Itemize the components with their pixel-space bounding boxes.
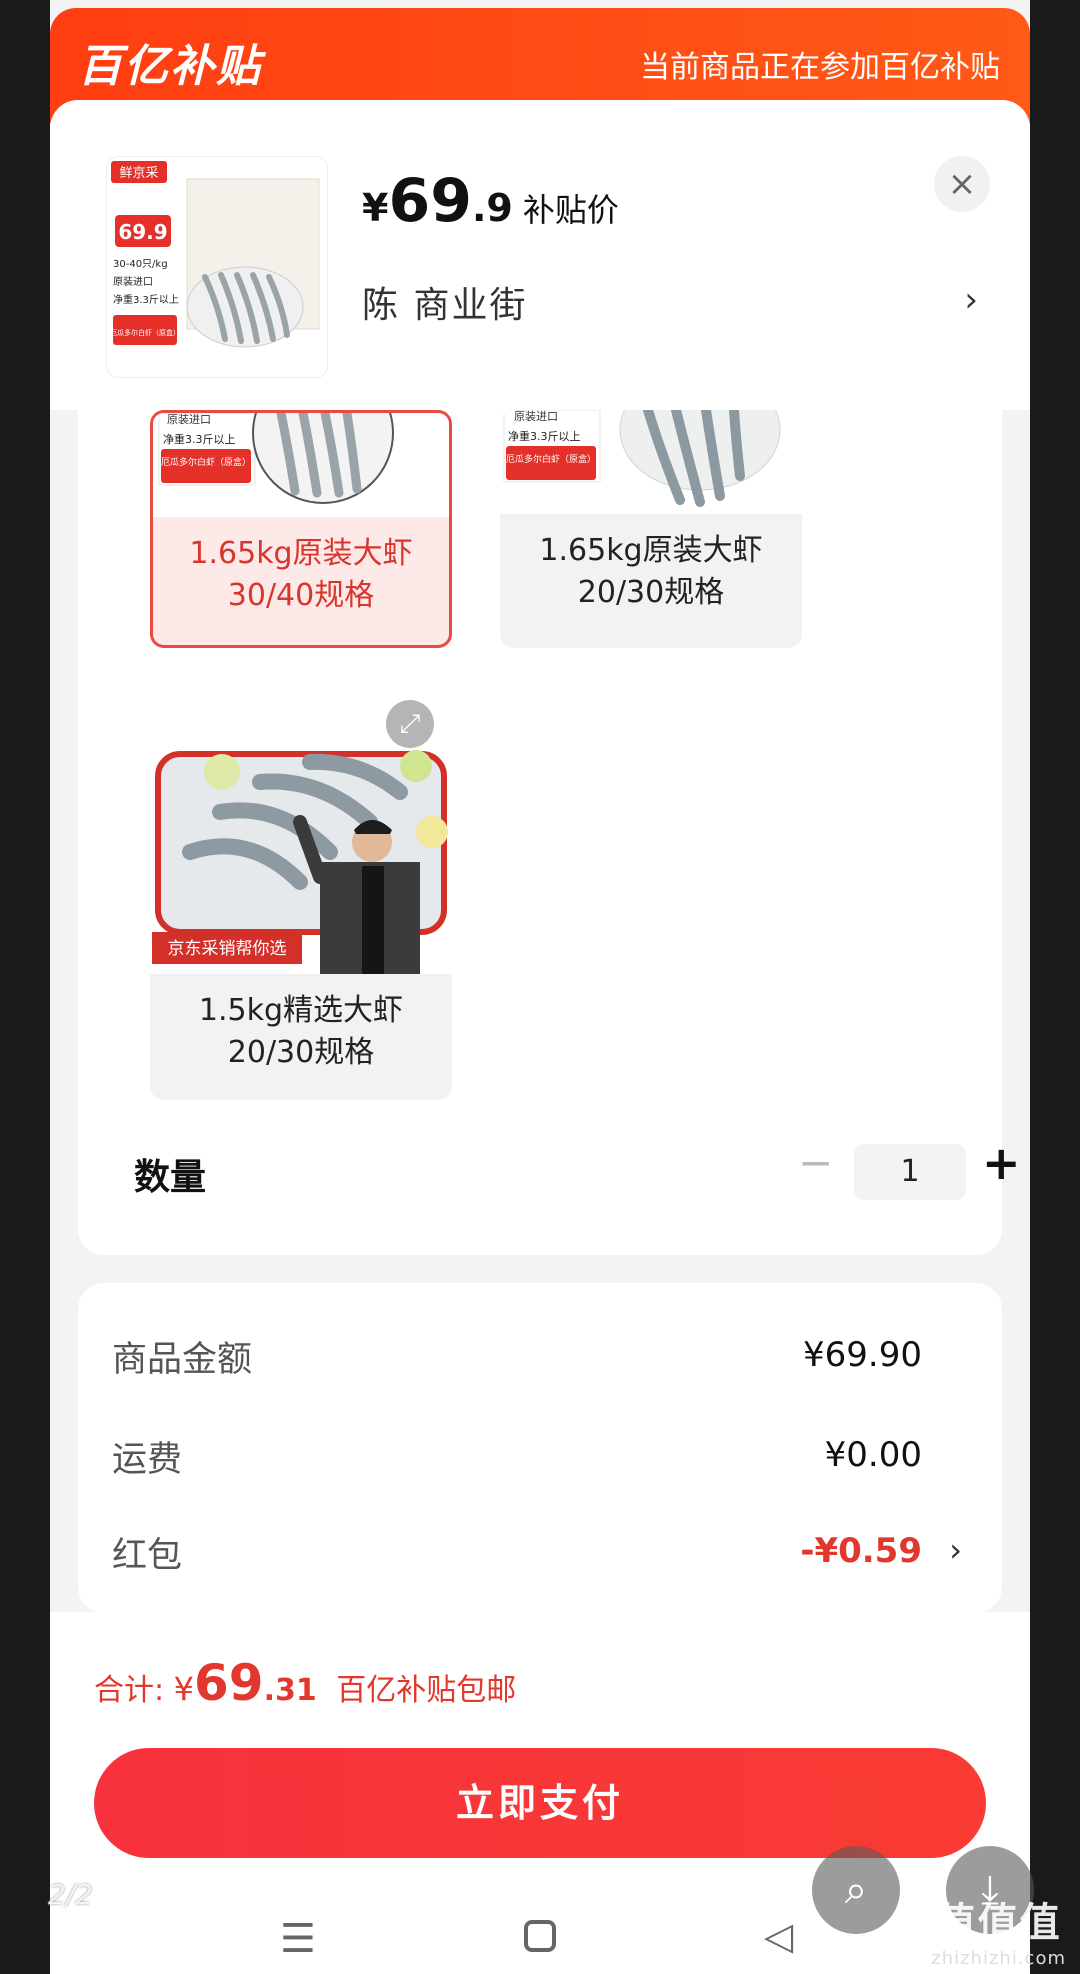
delivery-address[interactable]: 陈 商业街 — [362, 276, 527, 328]
subsidy-price: ¥69.9 补贴价 — [362, 166, 619, 236]
spec-option-3[interactable]: 京东采销帮你选 ⤢ 1.5kg精选大虾 20/30规格 — [150, 682, 452, 1100]
watermark-url: zhizhizhi.com — [931, 1948, 1066, 1969]
subsidy-note: 当前商品正在参加百亿补贴 — [640, 50, 1000, 85]
thumb-line-3: 净重3.3斤以上 — [113, 293, 179, 306]
thumb-line-1: 30-40只/kg — [113, 259, 168, 270]
spec2-line-1: 1.65kg原装大虾 — [539, 533, 763, 568]
subsidy-logo: 百亿补贴 — [78, 41, 262, 92]
coupon-label: 红包 — [112, 1536, 183, 1576]
pay-now-button[interactable]: 立即支付 — [94, 1748, 986, 1858]
shrimp-box-image: 原装进口 净重3.3斤以上 厄瓜多尔白虾（原盒） — [500, 410, 802, 514]
product-thumbnail: 鲜京采 69.9 30-40只/kg 原装进口 净重3.3斤以上 厄瓜多尔白虾（… — [106, 156, 328, 378]
home-icon[interactable] — [524, 1920, 556, 1952]
thumb-line-2: 原装进口 — [113, 275, 153, 288]
spec-option-1[interactable]: 原装进口 净重3.3斤以上 厄瓜多尔白虾（原盒） 1.65kg原装大虾 30/4… — [150, 410, 452, 648]
shipping-label: 运费 — [112, 1440, 183, 1480]
total-label: 合计: — [94, 1673, 165, 1708]
thumb-brand: 鲜京采 — [119, 166, 158, 181]
price-decimal: .9 — [471, 186, 513, 230]
coupon-row[interactable]: 红包 -¥0.59 › — [112, 1527, 962, 1587]
total-decimal: .31 — [263, 1673, 317, 1708]
spec-selector: 原装进口 净重3.3斤以上 厄瓜多尔白虾（原盒） 1.65kg原装大虾 30/4… — [78, 410, 1021, 1255]
coupon-value: -¥0.59 — [800, 1531, 922, 1571]
spec3-line-2: 20/30规格 — [227, 1035, 375, 1070]
spec3-line-1: 1.5kg精选大虾 — [198, 993, 404, 1028]
product-header: 鲜京采 69.9 30-40只/kg 原装进口 净重3.3斤以上 厄瓜多尔白虾（… — [50, 100, 1030, 410]
price-tag: 补贴价 — [522, 191, 619, 229]
spec2-line-2: 20/30规格 — [577, 575, 725, 610]
order-total: 合计: ¥69.31 百亿补贴包邮 — [94, 1654, 516, 1712]
quantity-increase-button[interactable]: + — [982, 1136, 1021, 1190]
promo-caption: 京东采销帮你选 — [168, 939, 287, 959]
purchase-sheet: 百亿补贴 当前商品正在参加百亿补贴 鲜京采 69.9 30-40只/kg 原装进… — [50, 0, 1030, 1974]
spec-option-image: 原装进口 净重3.3斤以上 厄瓜多尔白虾（原盒） — [153, 413, 449, 517]
spec1-line-1: 1.65kg原装大虾 — [189, 536, 413, 571]
thumb-badge: 厄瓜多尔白虾（原盒） — [110, 328, 180, 337]
spec-option-2[interactable]: 原装进口 净重3.3斤以上 厄瓜多尔白虾（原盒） 1.65kg原装大虾 20/3… — [500, 410, 802, 648]
site-watermark: 值值值 zhizhizhi.com — [931, 1890, 1066, 1969]
shrimp-box-image: 原装进口 净重3.3斤以上 厄瓜多尔白虾（原盒） — [153, 413, 449, 517]
price-integer: 69 — [388, 166, 472, 236]
quantity-decrease-button[interactable]: − — [798, 1138, 833, 1187]
chevron-right-icon[interactable]: › — [949, 1531, 962, 1569]
spec-option-label: 1.65kg原装大虾 30/40规格 — [153, 517, 449, 617]
right-backdrop — [1030, 0, 1080, 1974]
spec1-img-line-2: 净重3.3斤以上 — [163, 432, 236, 446]
spec-option-label: 1.65kg原装大虾 20/30规格 — [500, 514, 802, 614]
product-thumbnail-image: 鲜京采 69.9 30-40只/kg 原装进口 净重3.3斤以上 厄瓜多尔白虾（… — [107, 157, 327, 377]
quantity-label: 数量 — [134, 1157, 207, 1198]
spec2-img-line-1: 原装进口 — [514, 410, 558, 423]
left-backdrop — [0, 0, 50, 1974]
recent-apps-icon[interactable]: ☰ — [280, 1916, 316, 1962]
chevron-right-icon[interactable]: › — [964, 280, 978, 320]
thumb-price: 69.9 — [118, 220, 167, 244]
goods-amount-row: 商品金额 ¥69.90 — [112, 1331, 962, 1391]
spec2-img-line-3: 厄瓜多尔白虾（原盒） — [506, 453, 596, 465]
total-currency: ¥ — [173, 1670, 195, 1708]
spec1-img-line-1: 原装进口 — [167, 413, 211, 426]
watermark-logo: 值值值 — [935, 1900, 1062, 1946]
spec-option-label: 1.5kg精选大虾 20/30规格 — [150, 974, 452, 1074]
goods-amount-value: ¥69.90 — [803, 1335, 922, 1375]
goods-amount-label: 商品金额 — [112, 1340, 253, 1380]
total-integer: 69 — [194, 1654, 264, 1712]
spec-option-image: 原装进口 净重3.3斤以上 厄瓜多尔白虾（原盒） — [500, 410, 802, 514]
system-nav-bar: ☰ ◁ — [0, 1906, 1080, 1974]
spec1-img-line-3: 厄瓜多尔白虾（原盒） — [161, 456, 251, 468]
shipping-row: 运费 ¥0.00 — [112, 1431, 962, 1491]
price-currency: ¥ — [362, 186, 389, 230]
back-icon[interactable]: ◁ — [764, 1914, 793, 1958]
spec2-img-line-2: 净重3.3斤以上 — [508, 429, 581, 443]
close-button[interactable]: × — [934, 156, 990, 212]
spec1-line-2: 30/40规格 — [227, 578, 375, 613]
shipping-value: ¥0.00 — [824, 1435, 922, 1475]
expand-icon[interactable]: ⤢ — [386, 700, 434, 748]
spec-option-image: 京东采销帮你选 ⤢ — [150, 682, 452, 974]
total-note: 百亿补贴包邮 — [336, 1673, 517, 1708]
price-breakdown: 商品金额 ¥69.90 运费 ¥0.00 红包 -¥0.59 › — [78, 1283, 1002, 1613]
quantity-input[interactable]: 1 — [854, 1144, 966, 1200]
